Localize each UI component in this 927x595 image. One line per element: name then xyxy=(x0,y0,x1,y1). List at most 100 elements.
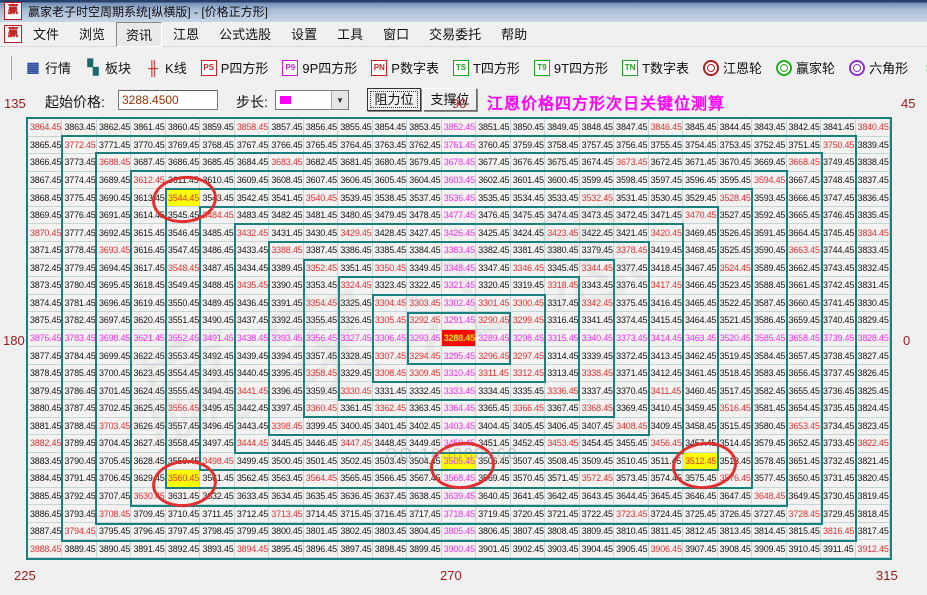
toolbar-button-9T四方形[interactable]: T9 9T四方形 xyxy=(529,55,613,80)
price-cell[interactable]: 3812.45 xyxy=(683,522,718,541)
price-cell[interactable]: 3682.45 xyxy=(303,154,339,172)
price-cell[interactable]: 3406.45 xyxy=(545,417,580,436)
price-cell[interactable]: 3605.45 xyxy=(372,171,408,190)
menu-item-窗口[interactable]: 窗口 xyxy=(374,22,418,47)
price-cell[interactable]: 3768.45 xyxy=(200,136,235,155)
price-cell[interactable]: 3702.45 xyxy=(96,399,132,418)
price-cell[interactable]: 3510.45 xyxy=(614,452,649,471)
price-cell[interactable]: 3739.45 xyxy=(821,329,856,348)
price-cell[interactable]: 3323.45 xyxy=(372,277,408,295)
price-cell[interactable]: 3835.45 xyxy=(855,206,890,225)
price-cell[interactable]: 3623.45 xyxy=(131,364,166,383)
price-cell[interactable]: 3758.45 xyxy=(545,136,580,155)
toolbar-button-T四方形[interactable]: TS T四方形 xyxy=(448,55,525,80)
dropdown-arrow-icon[interactable]: ▼ xyxy=(331,91,348,109)
price-cell[interactable]: 3589.45 xyxy=(752,259,787,278)
price-cell[interactable]: 3616.45 xyxy=(131,241,166,260)
price-cell[interactable]: 3658.45 xyxy=(786,329,822,348)
price-cell[interactable]: 3822.45 xyxy=(855,435,890,453)
price-cell[interactable]: 3329.45 xyxy=(338,364,373,383)
price-cell[interactable]: 3896.45 xyxy=(303,540,339,558)
price-cell[interactable]: 3802.45 xyxy=(338,522,373,541)
price-cell[interactable]: 3444.45 xyxy=(234,435,270,453)
price-cell[interactable]: 3557.45 xyxy=(165,417,201,436)
price-cell[interactable]: 3553.45 xyxy=(165,347,201,365)
price-cell[interactable]: 3479.45 xyxy=(372,206,408,225)
price-cell[interactable]: 3375.45 xyxy=(614,294,649,313)
price-cell[interactable]: 3538.45 xyxy=(372,189,408,207)
price-cell[interactable]: 3859.45 xyxy=(200,119,235,137)
price-cell[interactable]: 3320.45 xyxy=(476,277,511,295)
price-cell[interactable]: 3615.45 xyxy=(131,224,166,242)
toolbar-drag-handle[interactable] xyxy=(10,55,12,80)
price-cell[interactable]: 3786.45 xyxy=(62,382,97,400)
price-cell[interactable]: 3427.45 xyxy=(407,224,442,242)
price-cell[interactable]: 3855.45 xyxy=(338,119,373,137)
price-cell[interactable]: 3390.45 xyxy=(269,277,304,295)
price-cell[interactable]: 3322.45 xyxy=(407,277,442,295)
price-cell[interactable]: 3775.45 xyxy=(62,189,97,207)
price-cell[interactable]: 3734.45 xyxy=(821,417,856,436)
price-cell[interactable]: 3513.45 xyxy=(717,452,753,471)
price-cell[interactable]: 3789.45 xyxy=(62,435,97,453)
price-cell[interactable]: 3345.45 xyxy=(545,259,580,278)
price-cell[interactable]: 3699.45 xyxy=(96,347,132,365)
price-cell[interactable]: 3889.45 xyxy=(62,540,97,558)
price-cell[interactable]: 3394.45 xyxy=(269,347,304,365)
price-cell[interactable]: 3371.45 xyxy=(614,364,649,383)
price-cell[interactable]: 3907.45 xyxy=(683,540,718,558)
menu-item-江恩[interactable]: 江恩 xyxy=(164,22,208,47)
price-cell[interactable]: 3451.45 xyxy=(476,435,511,453)
price-cell[interactable]: 3429.45 xyxy=(338,224,373,242)
price-cell[interactable]: 3296.45 xyxy=(476,347,511,365)
price-cell[interactable]: 3447.45 xyxy=(338,435,373,453)
price-cell[interactable]: 3523.45 xyxy=(717,277,753,295)
price-cell[interactable]: 3676.45 xyxy=(510,154,546,172)
price-cell[interactable]: 3778.45 xyxy=(62,241,97,260)
price-cell[interactable]: 3865.45 xyxy=(28,136,63,155)
menu-item-资讯[interactable]: 资讯 xyxy=(116,21,163,47)
price-cell[interactable]: 3764.45 xyxy=(338,136,373,155)
price-cell[interactable]: 3493.45 xyxy=(200,364,235,383)
price-cell[interactable]: 3389.45 xyxy=(269,259,304,278)
price-cell[interactable]: 3401.45 xyxy=(372,417,408,436)
price-cell[interactable]: 3459.45 xyxy=(683,399,718,418)
price-cell[interactable]: 3539.45 xyxy=(338,189,373,207)
price-cell[interactable]: 3408.45 xyxy=(614,417,649,436)
price-cell[interactable]: 3568.45 xyxy=(441,470,477,488)
price-cell[interactable]: 3508.45 xyxy=(545,452,580,471)
price-cell[interactable]: 3544.45 xyxy=(165,189,201,207)
price-cell[interactable]: 3760.45 xyxy=(476,136,511,155)
price-cell[interactable]: 3863.45 xyxy=(62,119,97,137)
price-cell[interactable]: 3536.45 xyxy=(441,189,477,207)
price-cell[interactable]: 3839.45 xyxy=(855,136,890,155)
price-cell[interactable]: 3749.45 xyxy=(821,154,856,172)
price-cell[interactable]: 3340.45 xyxy=(579,329,615,348)
price-cell[interactable]: 3475.45 xyxy=(510,206,546,225)
price-cell[interactable]: 3736.45 xyxy=(821,382,856,400)
price-cell[interactable]: 3596.45 xyxy=(683,171,718,190)
price-cell[interactable]: 3298.45 xyxy=(510,329,546,348)
price-cell[interactable]: 3754.45 xyxy=(683,136,718,155)
price-cell[interactable]: 3910.45 xyxy=(786,540,822,558)
price-cell[interactable]: 3509.45 xyxy=(579,452,615,471)
price-cell[interactable]: 3461.45 xyxy=(683,364,718,383)
price-cell[interactable]: 3746.45 xyxy=(821,206,856,225)
price-cell[interactable]: 3332.45 xyxy=(407,382,442,400)
price-cell[interactable]: 3357.45 xyxy=(303,347,339,365)
price-cell[interactable]: 3779.45 xyxy=(62,259,97,278)
price-cell[interactable]: 3318.45 xyxy=(545,277,580,295)
price-cell[interactable]: 3364.45 xyxy=(441,399,477,418)
price-cell[interactable]: 3409.45 xyxy=(648,417,684,436)
price-cell[interactable]: 3462.45 xyxy=(683,347,718,365)
price-cell[interactable]: 3861.45 xyxy=(131,119,166,137)
price-cell[interactable]: 3725.45 xyxy=(683,505,718,523)
price-cell[interactable]: 3625.45 xyxy=(131,399,166,418)
price-cell[interactable]: 3528.45 xyxy=(717,189,753,207)
price-cell[interactable]: 3827.45 xyxy=(855,347,890,365)
price-cell[interactable]: 3454.45 xyxy=(579,435,615,453)
price-cell[interactable]: 3560.45 xyxy=(165,470,201,488)
price-cell[interactable]: 3788.45 xyxy=(62,417,97,436)
price-cell[interactable]: 3868.45 xyxy=(28,189,63,207)
price-cell[interactable]: 3695.45 xyxy=(96,277,132,295)
